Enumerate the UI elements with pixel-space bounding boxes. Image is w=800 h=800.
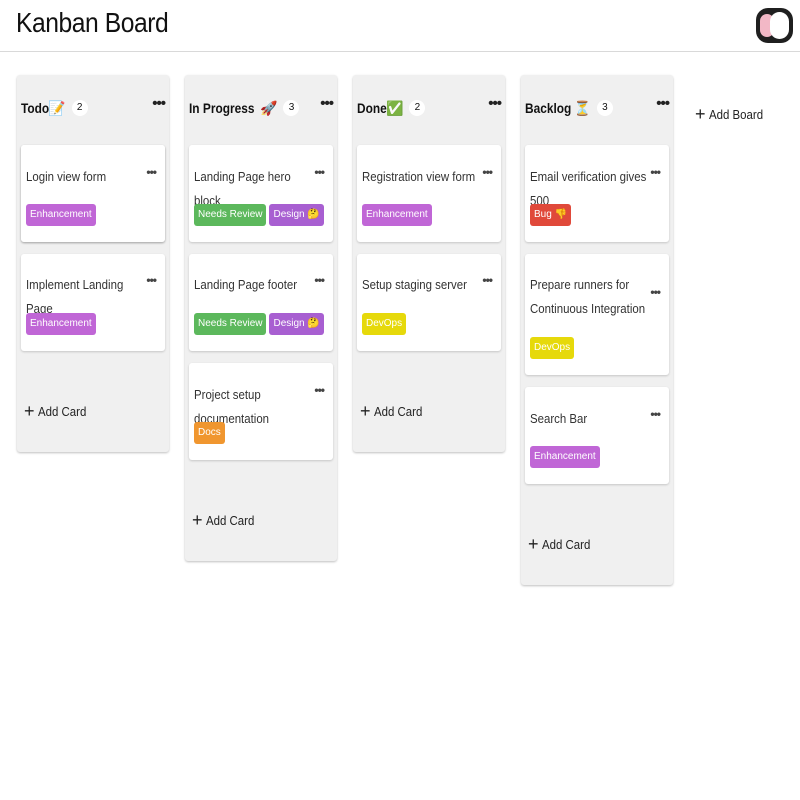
card-tags: Docs xyxy=(194,422,225,444)
card-menu-button[interactable]: ••• xyxy=(482,273,493,287)
check-mark-icon: ✅ xyxy=(386,99,404,116)
board-title: Todo xyxy=(21,100,50,116)
card-menu-button[interactable]: ••• xyxy=(314,165,325,179)
card-tags: Enhancement xyxy=(362,204,432,226)
tag-enhancement: Enhancement xyxy=(530,446,600,468)
card-menu-button[interactable]: ••• xyxy=(146,273,157,287)
card-tags: DevOps xyxy=(362,313,407,335)
plus-icon: + xyxy=(360,401,371,421)
tag-design: Design 🤔 xyxy=(269,313,324,335)
add-card-button[interactable]: + Add Card xyxy=(24,402,92,420)
card-tags: Needs Review Design 🤔 xyxy=(194,313,324,335)
board-card-count: 3 xyxy=(596,100,613,116)
tag-enhancement: Enhancement xyxy=(362,204,432,226)
plus-icon: + xyxy=(24,401,35,421)
memo-icon: 📝 xyxy=(48,99,66,116)
add-card-button[interactable]: + Add Card xyxy=(192,511,260,529)
card-implement-landing-page[interactable]: Implement Landing Page ••• Enhancement xyxy=(21,254,165,351)
board-todo: Todo 📝 2 ••• Login view form ••• Enhance… xyxy=(17,75,169,452)
card-title: Landing Page footer xyxy=(194,277,298,292)
card-landing-page-footer[interactable]: Landing Page footer ••• Needs Review Des… xyxy=(189,254,333,351)
add-card-label: Add Card xyxy=(373,403,422,419)
card-menu-button[interactable]: ••• xyxy=(314,383,325,397)
card-setup-staging-server[interactable]: Setup staging server ••• DevOps xyxy=(357,254,501,351)
tag-enhancement: Enhancement xyxy=(26,313,96,335)
card-title: Setup staging server xyxy=(362,277,467,292)
add-board-label: Add Board xyxy=(708,106,763,122)
card-menu-button[interactable]: ••• xyxy=(650,165,661,179)
card-tags: Needs Review Design 🤔 xyxy=(194,204,324,226)
add-board-button[interactable]: + Add Board xyxy=(695,105,770,123)
board-card-count: 2 xyxy=(409,100,426,116)
card-title: Search Bar xyxy=(530,411,588,426)
add-card-label: Add Card xyxy=(37,403,86,419)
card-registration-view-form[interactable]: Registration view form ••• Enhancement xyxy=(357,145,501,242)
board-header: Backlog ⏳ 3 xyxy=(525,98,613,118)
card-title: Login view form xyxy=(26,169,107,184)
plus-icon: + xyxy=(528,534,539,554)
add-card-label: Add Card xyxy=(541,536,590,552)
card-title: Registration view form xyxy=(362,169,476,184)
card-tags: Enhancement xyxy=(26,204,96,226)
board-header: Done ✅ 2 xyxy=(357,98,426,118)
board-menu-button[interactable]: ••• xyxy=(656,95,670,112)
tag-bug: Bug 👎 xyxy=(530,204,572,226)
tag-enhancement: Enhancement xyxy=(26,204,96,226)
hourglass-icon: ⏳ xyxy=(573,99,591,116)
theme-toggle-icon[interactable] xyxy=(756,8,793,43)
card-tags: DevOps xyxy=(530,337,575,359)
page-title: Kanban Board xyxy=(16,7,169,38)
tag-docs: Docs xyxy=(194,422,225,444)
rocket-icon: 🚀 xyxy=(260,99,278,116)
board-done: Done ✅ 2 ••• Registration view form ••• … xyxy=(353,75,505,452)
board-menu-button[interactable]: ••• xyxy=(320,95,334,112)
add-card-button[interactable]: + Add Card xyxy=(360,402,428,420)
board-menu-button[interactable]: ••• xyxy=(488,95,502,112)
card-prepare-runners[interactable]: Prepare runners for Continuous Integrati… xyxy=(525,254,669,375)
card-login-view-form[interactable]: Login view form ••• Enhancement xyxy=(21,145,165,242)
tag-design: Design 🤔 xyxy=(269,204,324,226)
card-tags: Enhancement xyxy=(26,313,96,335)
card-menu-button[interactable]: ••• xyxy=(650,407,661,421)
tag-needs-review: Needs Review xyxy=(194,204,267,226)
card-landing-page-hero-block[interactable]: Landing Page hero block ••• Needs Review… xyxy=(189,145,333,242)
board-menu-button[interactable]: ••• xyxy=(152,95,166,112)
board-title: In Progress xyxy=(189,100,255,116)
card-tags: Bug 👎 xyxy=(530,204,572,226)
card-menu-button[interactable]: ••• xyxy=(650,285,661,299)
card-search-bar[interactable]: Search Bar ••• Enhancement xyxy=(525,387,669,484)
top-bar: Kanban Board xyxy=(0,0,800,52)
board-card-count: 2 xyxy=(71,100,88,116)
add-card-button[interactable]: + Add Card xyxy=(528,535,596,553)
board-in-progress: In Progress 🚀 3 ••• Landing Page hero bl… xyxy=(185,75,337,561)
plus-icon: + xyxy=(192,510,203,530)
theme-toggle-knob xyxy=(770,12,789,39)
plus-icon: + xyxy=(695,104,706,124)
tag-devops: DevOps xyxy=(362,313,407,335)
add-card-label: Add Card xyxy=(205,512,254,528)
board-header: Todo 📝 2 xyxy=(21,98,88,118)
card-title: Prepare runners for Continuous Integrati… xyxy=(530,277,646,316)
board-backlog: Backlog ⏳ 3 ••• Email verification gives… xyxy=(521,75,673,585)
tag-devops: DevOps xyxy=(530,337,575,359)
card-menu-button[interactable]: ••• xyxy=(146,165,157,179)
card-menu-button[interactable]: ••• xyxy=(482,165,493,179)
board-title: Done xyxy=(357,100,387,116)
tag-needs-review: Needs Review xyxy=(194,313,267,335)
board-card-count: 3 xyxy=(283,100,300,116)
board-title: Backlog xyxy=(525,100,572,116)
card-tags: Enhancement xyxy=(530,446,600,468)
card-project-setup-documentation[interactable]: Project setup documentation ••• Docs xyxy=(189,363,333,460)
card-email-verification[interactable]: Email verification gives 500 ••• Bug 👎 xyxy=(525,145,669,242)
card-menu-button[interactable]: ••• xyxy=(314,273,325,287)
board-header: In Progress 🚀 3 xyxy=(189,98,300,118)
